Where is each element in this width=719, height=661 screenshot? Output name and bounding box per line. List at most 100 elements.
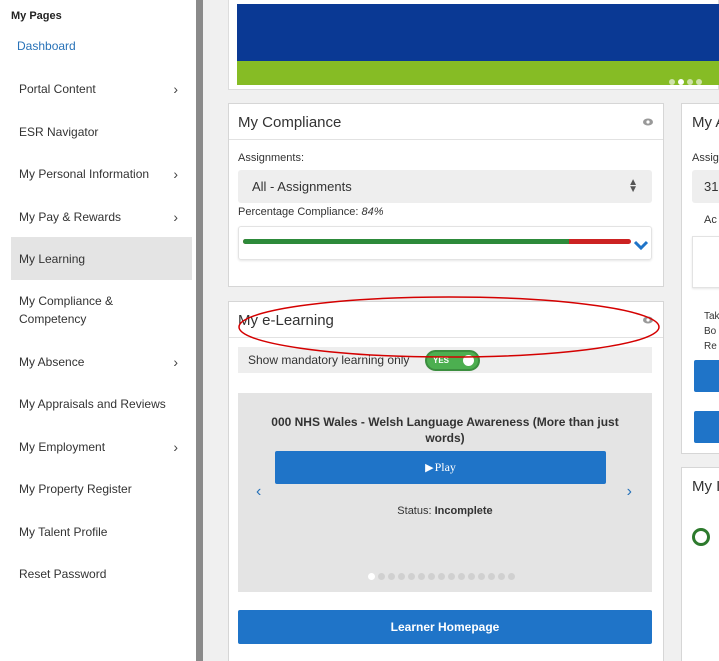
sidebar-item-label: My Learning — [19, 251, 86, 266]
chevron-right-icon: › — [173, 80, 178, 97]
sidebar-item-talent-profile[interactable]: My Talent Profile — [11, 510, 192, 553]
sidebar-item-label: My Talent Profile — [19, 524, 108, 539]
carousel-next-icon[interactable]: › — [627, 483, 632, 501]
pager-dot[interactable] — [687, 79, 693, 85]
pager-dot[interactable] — [388, 573, 395, 580]
toggle-state: YES — [433, 356, 450, 365]
accordion-label: Ac — [704, 214, 717, 226]
select-value: All - Assignments — [252, 179, 352, 194]
learner-homepage-button[interactable]: Learner Homepage — [238, 610, 652, 644]
info-line: Tak — [704, 311, 719, 322]
mandatory-toggle[interactable]: YES — [425, 350, 480, 371]
compliance-bar-container[interactable] — [238, 226, 652, 260]
sidebar-item-label: My Property Register — [19, 481, 132, 496]
toggle-label: Show mandatory learning only — [248, 353, 410, 367]
sidebar-item-label: My Personal Information — [19, 166, 150, 181]
compliance-panel: My Compliance Assignments: All - Assignm… — [228, 103, 664, 287]
sidebar-item-label: My Appraisals and Reviews — [19, 396, 166, 411]
chevron-right-icon: › — [173, 438, 178, 455]
chevron-down-icon[interactable] — [633, 239, 649, 251]
sidebar-item-label: My Pay & Rewards — [19, 209, 122, 224]
carousel-prev-icon[interactable]: ‹ — [256, 483, 261, 501]
pct-label: Percentage Compliance: — [238, 206, 359, 218]
sidebar-item-property-register[interactable]: My Property Register — [11, 467, 192, 510]
elearning-panel: My e-Learning Show mandatory learning on… — [228, 301, 664, 661]
mandatory-toggle-row: Show mandatory learning only YES — [238, 347, 652, 373]
pager-dot[interactable] — [398, 573, 405, 580]
sidebar-item-label: My Employment — [19, 439, 106, 454]
play-label: Play — [434, 460, 456, 474]
info-line: Re — [704, 341, 717, 352]
banner-carousel — [228, 0, 719, 90]
chevron-right-icon: › — [173, 165, 178, 182]
pager-dot[interactable] — [428, 573, 435, 580]
info-line: Bo — [704, 326, 717, 337]
sidebar-link-dashboard[interactable]: Dashboard — [17, 39, 76, 53]
pager-dot[interactable] — [508, 573, 515, 580]
course-carousel: 000 NHS Wales - Welsh Language Awareness… — [238, 393, 652, 592]
assignments-label: Assig — [692, 152, 719, 164]
sidebar-item-pay-rewards[interactable]: My Pay & Rewards › — [11, 195, 192, 238]
pager-dot[interactable] — [418, 573, 425, 580]
toggle-knob — [463, 355, 474, 366]
status-value: Incomplete — [434, 505, 493, 517]
sidebar: My Pages Dashboard Portal Content › ESR … — [0, 0, 196, 661]
eye-icon[interactable] — [643, 316, 653, 324]
assignments-label: Assignments: — [238, 152, 305, 164]
sidebar-item-label: Portal Content — [19, 81, 96, 96]
course-status: Status: Incomplete — [238, 505, 652, 517]
panel-title: My A — [692, 114, 719, 131]
chevron-right-icon: › — [173, 208, 178, 225]
sidebar-item-portal-content[interactable]: Portal Content › — [11, 67, 192, 110]
banner-image[interactable] — [237, 4, 719, 61]
sidebar-item-personal-information[interactable]: My Personal Information › — [11, 152, 192, 195]
pager-dot[interactable] — [678, 79, 684, 85]
assignments-select[interactable]: All - Assignments ▲ ▼ — [238, 170, 652, 203]
compliance-progress-fill — [243, 239, 569, 244]
assignments-select[interactable]: 31 — [692, 170, 719, 203]
pct-value: 84% — [361, 206, 384, 218]
sidebar-item-compliance-competency[interactable]: My Compliance & Competency — [11, 288, 192, 332]
pager-dot[interactable] — [448, 573, 455, 580]
pager-dot[interactable] — [438, 573, 445, 580]
play-button[interactable]: ▶ Play — [275, 451, 606, 484]
info-box — [692, 236, 719, 288]
main-content: My Compliance Assignments: All - Assignm… — [203, 0, 719, 661]
carousel-pager — [368, 573, 515, 580]
pager-dot[interactable] — [498, 573, 505, 580]
panel-header: My e-Learning — [229, 302, 663, 338]
pager-dot[interactable] — [458, 573, 465, 580]
course-title: 000 NHS Wales - Welsh Language Awareness… — [271, 415, 619, 445]
play-icon: ▶ — [425, 462, 434, 474]
banner-pager — [669, 79, 702, 85]
sidebar-item-label: Reset Password — [19, 566, 107, 581]
pager-dot[interactable] — [468, 573, 475, 580]
sidebar-item-my-learning[interactable]: My Learning — [11, 237, 192, 280]
pager-dot[interactable] — [368, 573, 375, 580]
pager-dot[interactable] — [378, 573, 385, 580]
panel-title: My e-Learning — [238, 312, 334, 329]
sidebar-item-label: My Compliance & Competency — [19, 294, 114, 326]
pager-dot[interactable] — [408, 573, 415, 580]
sidebar-item-reset-password[interactable]: Reset Password — [11, 552, 192, 595]
right-panel-2: My I — [681, 467, 719, 661]
panel-header: My Compliance — [229, 104, 663, 140]
pager-dot[interactable] — [478, 573, 485, 580]
select-arrows-icon: ▲ ▼ — [628, 177, 638, 195]
percentage-compliance: Percentage Compliance: 84% — [238, 206, 384, 218]
sidebar-item-esr-navigator[interactable]: ESR Navigator — [11, 110, 192, 153]
sidebar-item-absence[interactable]: My Absence › — [11, 340, 192, 383]
eye-icon[interactable] — [643, 118, 653, 126]
sidebar-item-label: ESR Navigator — [19, 124, 99, 139]
action-button[interactable] — [694, 360, 719, 392]
status-label: Status: — [397, 505, 432, 517]
sidebar-item-appraisals-reviews[interactable]: My Appraisals and Reviews — [11, 382, 192, 425]
pager-dot[interactable] — [488, 573, 495, 580]
pager-dot[interactable] — [696, 79, 702, 85]
panel-title: My Compliance — [238, 114, 342, 131]
sidebar-title: My Pages — [11, 10, 62, 22]
sidebar-item-employment[interactable]: My Employment › — [11, 425, 192, 468]
action-button[interactable] — [694, 411, 719, 443]
compliance-progress-bar — [243, 239, 631, 244]
pager-dot[interactable] — [669, 79, 675, 85]
